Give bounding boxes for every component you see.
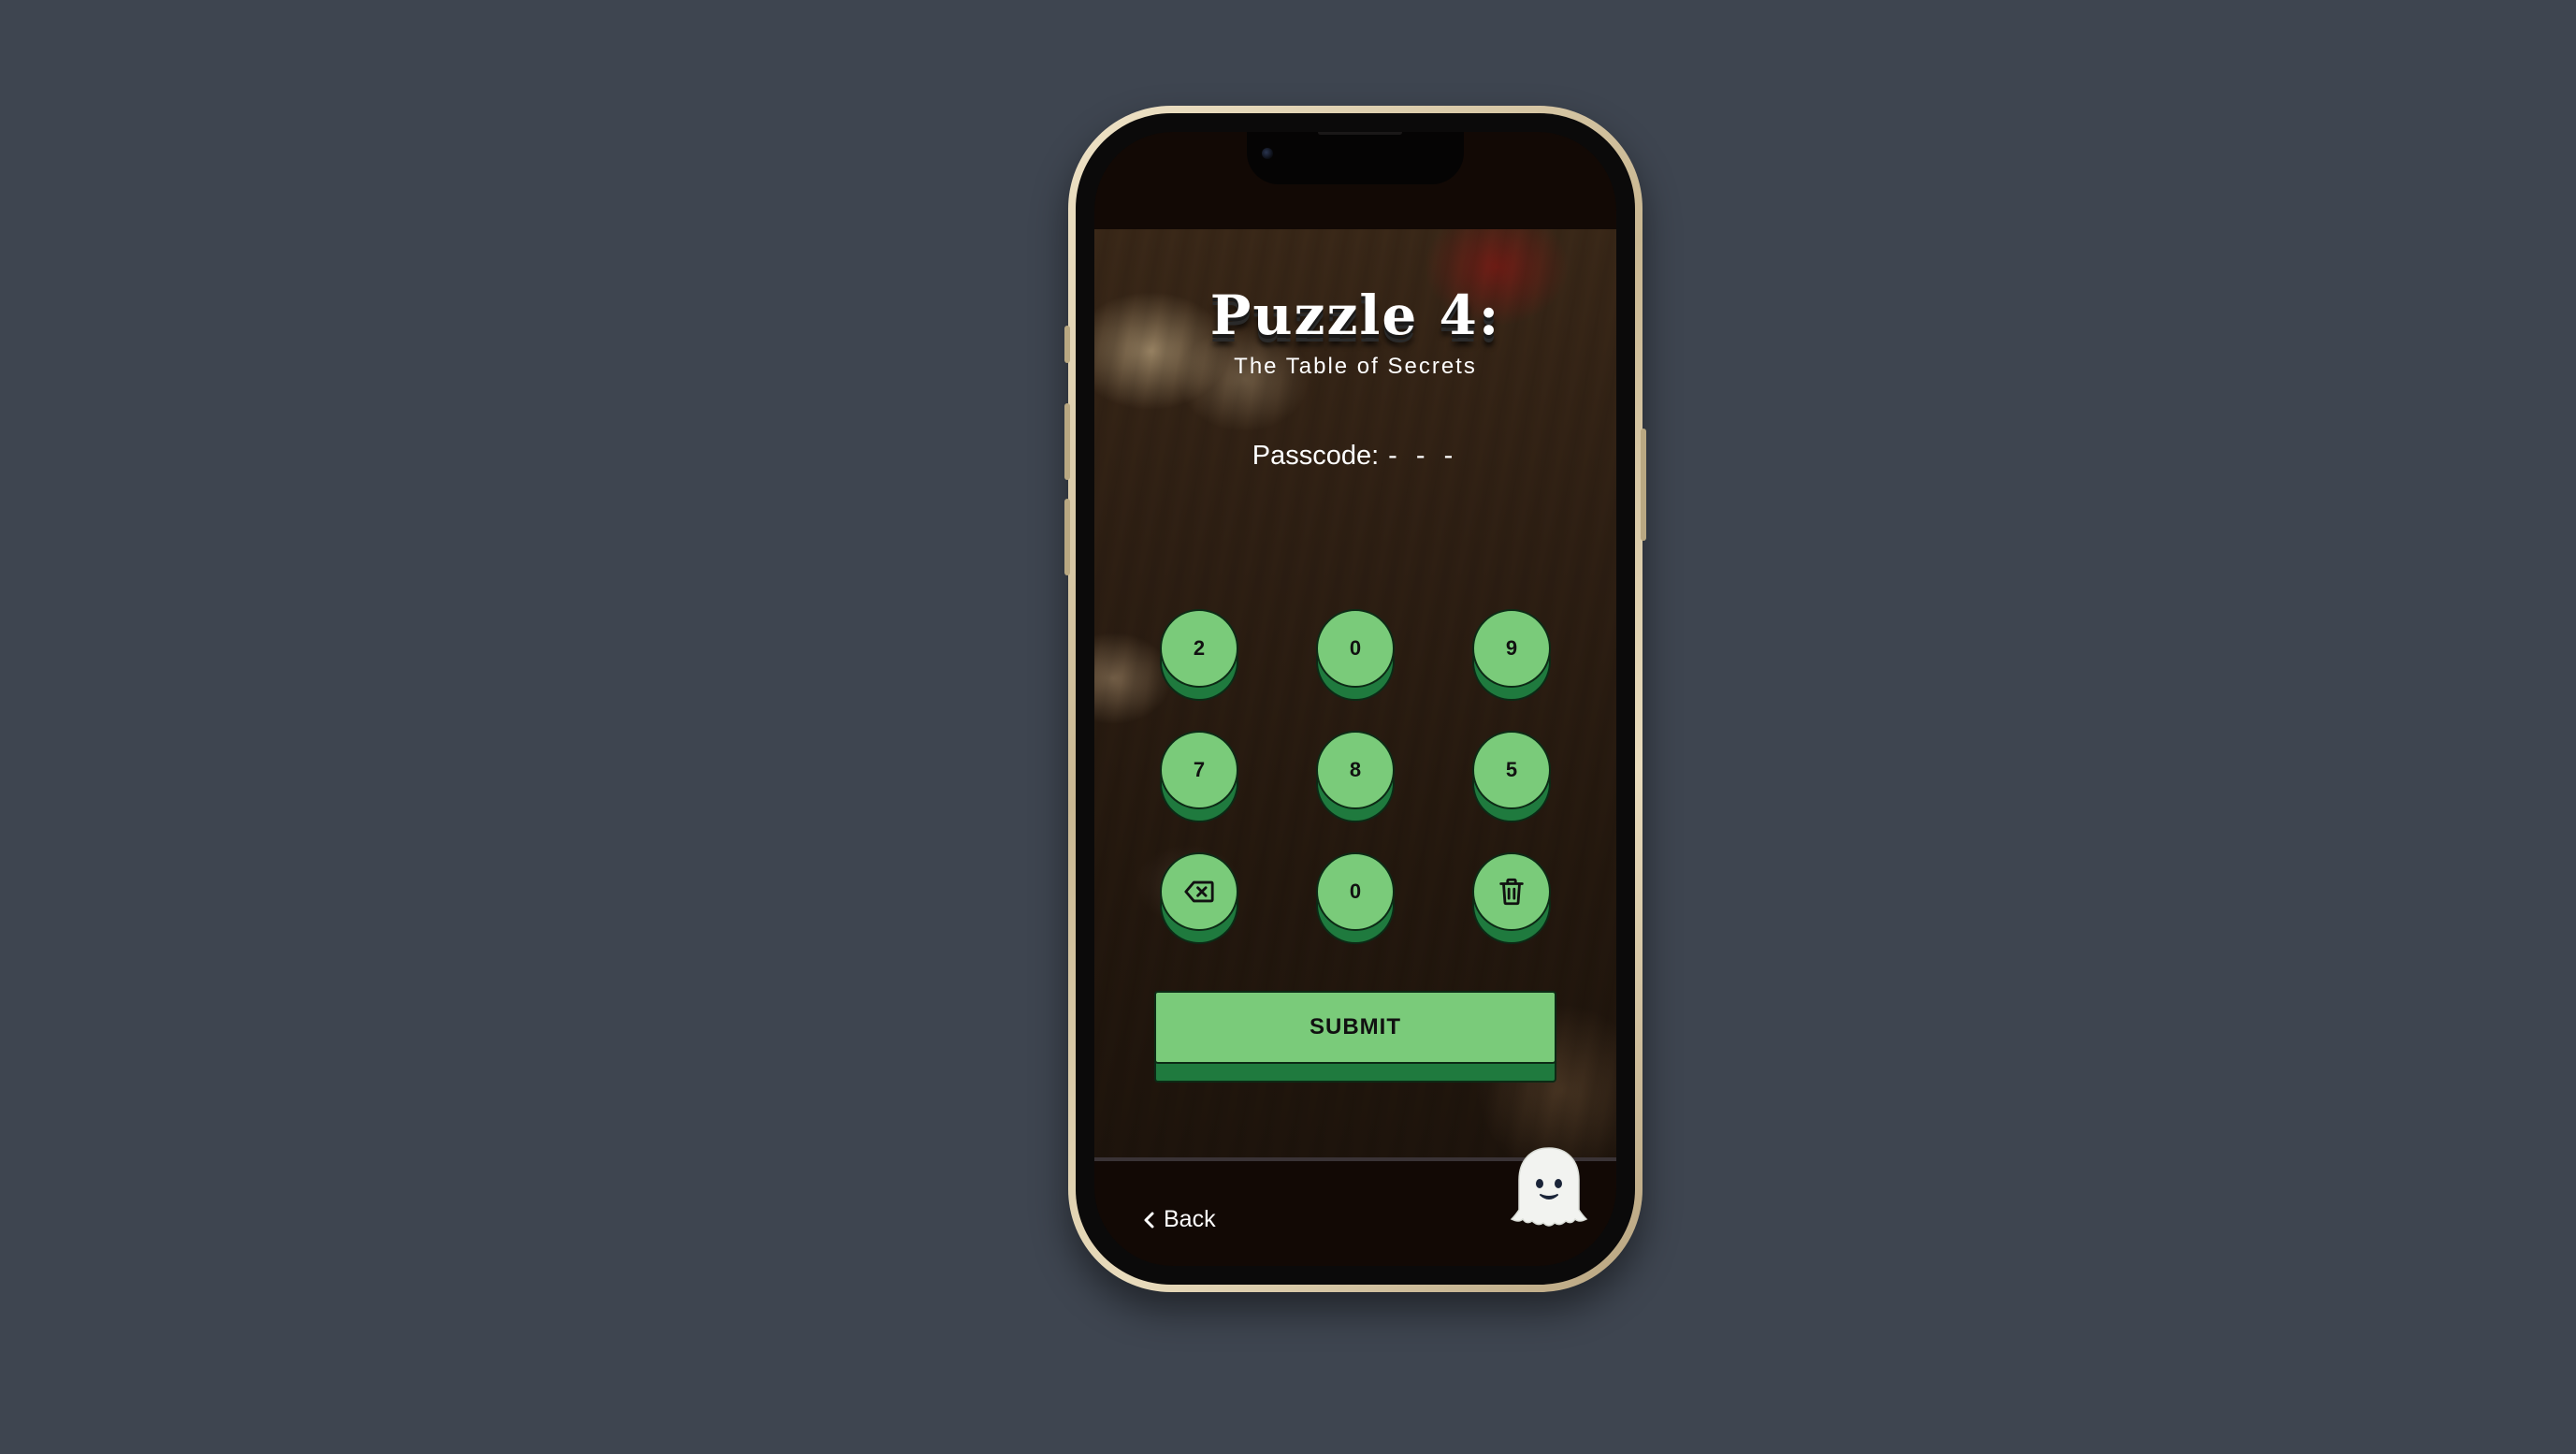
key-button[interactable]: 5 [1472,731,1551,822]
ghost-icon[interactable] [1510,1144,1588,1234]
desktop-background: { "puzzle": { "title": "Puzzle 4:", "sub… [0,0,2576,1454]
volume-up-button [1064,403,1070,480]
submit-button[interactable]: SUBMIT [1154,991,1556,1083]
key-label: 0 [1316,852,1395,931]
power-button [1641,429,1646,541]
key-label: 0 [1316,609,1395,688]
key-label: 9 [1472,609,1551,688]
key-button[interactable]: 2 [1160,609,1238,701]
clear-button[interactable] [1472,852,1551,944]
puzzle-subtitle: The Table of Secrets [1234,354,1477,379]
key-label: 8 [1316,731,1395,809]
key-button[interactable]: 0 [1316,609,1395,701]
chevron-left-icon [1144,1212,1154,1228]
back-label: Back [1164,1206,1216,1232]
key-button[interactable]: 9 [1472,609,1551,701]
key-label: 5 [1472,731,1551,809]
key-button[interactable]: 8 [1316,731,1395,822]
key-button[interactable]: 7 [1160,731,1238,822]
notch [1247,132,1464,184]
backspace-button[interactable] [1160,852,1238,944]
key-label: 2 [1160,609,1238,688]
key-button[interactable]: 0 [1316,852,1395,944]
key-face [1472,852,1551,931]
passcode-label: Passcode: [1252,441,1380,471]
trash-icon [1499,878,1524,906]
key-face [1160,852,1238,931]
key-label: 7 [1160,731,1238,809]
earpiece-speaker [1318,132,1402,135]
passcode-display: Passcode: - - - [1094,441,1616,472]
phone-frame: Puzzle 4: The Table of Secrets Passcode:… [1064,106,1646,1292]
phone-screen: Puzzle 4: The Table of Secrets Passcode:… [1094,132,1616,1266]
volume-down-button [1064,499,1070,575]
back-button[interactable]: Back [1141,1206,1216,1233]
backspace-icon [1184,880,1214,903]
keypad: 2 0 9 7 8 5 0 [1094,478,1616,944]
front-camera [1262,148,1273,159]
puzzle-title: Puzzle 4: [1209,284,1501,347]
passcode-value: - - - [1388,441,1459,471]
submit-label: SUBMIT [1154,991,1556,1064]
action-button [1064,326,1070,363]
